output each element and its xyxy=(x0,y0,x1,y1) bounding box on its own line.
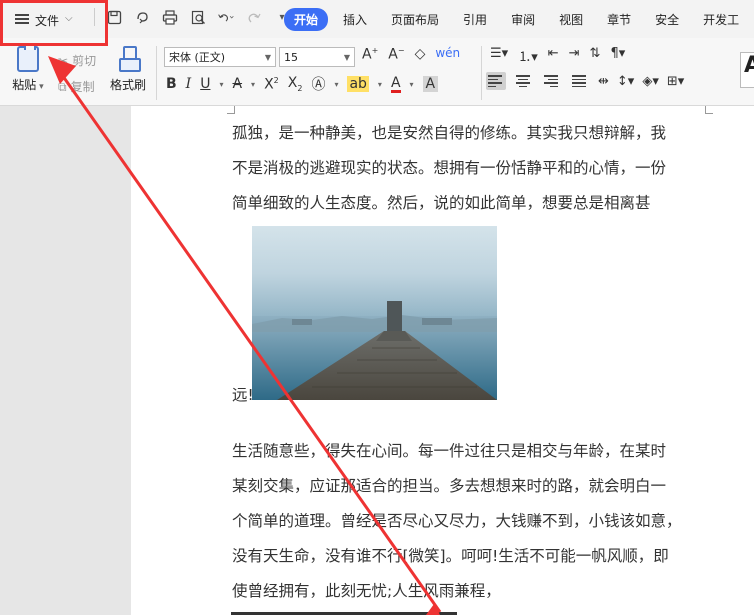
margin-corner-mark xyxy=(227,106,235,114)
superscript-icon[interactable]: X2 xyxy=(264,76,279,93)
tab-start[interactable]: 开始 xyxy=(284,8,329,31)
undo-history-icon[interactable] xyxy=(133,8,151,26)
align-right-icon[interactable] xyxy=(542,72,562,90)
image-line-text: 远! xyxy=(232,378,262,413)
margin-corner-mark xyxy=(705,106,713,114)
justify-icon[interactable] xyxy=(570,72,590,90)
distributed-icon[interactable]: ⇹ xyxy=(598,74,609,89)
divider xyxy=(156,46,157,100)
shrink-font-icon[interactable]: A− xyxy=(388,46,404,63)
text-line: 不是消极的逃避现实的状态。想拥有一份恬静平和的心情，一份 xyxy=(232,159,667,177)
quick-access-toolbar: ▾ xyxy=(94,8,291,26)
tab-references[interactable]: 引用 xyxy=(454,8,496,31)
paragraph-2[interactable]: 生活随意些，得失在心间。每一件过往只是相交与年龄，在某时 某刻交集，应证那适合的… xyxy=(232,434,702,609)
chevron-down-icon: ▼ xyxy=(264,52,271,62)
font-size-tools: A+ A− ◇ wén xyxy=(362,46,460,63)
text-line: 远! xyxy=(232,386,254,404)
text-effect-icon[interactable]: Ⓐ xyxy=(311,74,325,94)
hamburger-icon xyxy=(15,14,29,24)
text-line: 某刻交集，应证那适合的担当。多去想想来时的路，就会明白一 xyxy=(232,477,667,495)
redo-icon[interactable] xyxy=(245,8,263,26)
file-menu-label: 文件 xyxy=(35,14,60,28)
file-menu-button[interactable]: 文件 ⌵ xyxy=(0,0,108,46)
tab-chapter[interactable]: 章节 xyxy=(598,8,640,31)
paragraph-1[interactable]: 孤独，是一种静美，也是安然自得的修练。其实我只想辩解，我 不是消极的逃避现实的状… xyxy=(232,116,702,221)
style-preview-letter: A xyxy=(744,53,754,78)
tab-security[interactable]: 安全 xyxy=(646,8,688,31)
font-size-value: 15 xyxy=(284,50,298,64)
char-shading-icon[interactable]: A xyxy=(422,76,439,92)
document-page[interactable]: 孤独，是一种静美，也是安然自得的修练。其实我只想辩解，我 不是消极的逃避现实的状… xyxy=(131,106,754,615)
highlight-icon[interactable]: ab xyxy=(347,76,369,92)
cut-label: 剪切 xyxy=(72,54,97,68)
ribbon-toolbar: 粘贴 ▾ ✂ 剪切 ⧉ 复制 格式刷 宋体 (正文) ▼ 15 ▼ A+ A− … xyxy=(0,38,754,106)
copy-icon: ⧉ xyxy=(58,80,67,94)
copy-button[interactable]: ⧉ 复制 xyxy=(58,74,96,100)
show-marks-icon[interactable]: ¶▾ xyxy=(610,46,625,65)
increase-indent-icon[interactable]: ⇥ xyxy=(569,46,580,65)
line-spacing-icon[interactable]: ↕▾ xyxy=(617,74,634,89)
strikethrough-icon[interactable]: A xyxy=(232,76,242,92)
text-line: 没有天生命，没有谁不行[微笑]。呵呵!生活不可能一帆风顺，即 xyxy=(232,547,669,565)
undo-icon[interactable] xyxy=(217,8,235,26)
bullets-icon[interactable]: ☰▾ xyxy=(490,46,508,65)
text-line: 使曾经拥有，此刻无忧;人生风雨兼程， xyxy=(232,582,501,600)
numbering-icon[interactable]: ⒈▾ xyxy=(518,46,538,65)
paste-button[interactable]: 粘贴 ▾ xyxy=(10,43,46,93)
text-line: 简单细致的人生态度。然后，说的如此简单，想要总是相离甚 xyxy=(232,194,651,212)
font-name-select[interactable]: 宋体 (正文) ▼ xyxy=(164,47,276,67)
shading-icon[interactable]: ◈▾ xyxy=(642,74,659,89)
bold-icon[interactable]: B xyxy=(166,76,177,92)
copy-label: 复制 xyxy=(70,80,95,94)
menu-bar: ▾ 开始 插入 页面布局 引用 审阅 视图 章节 安全 开发工 xyxy=(0,0,754,38)
align-left-icon[interactable] xyxy=(486,72,506,90)
borders-icon[interactable]: ⊞▾ xyxy=(667,74,684,89)
sort-icon[interactable]: ⇅ xyxy=(590,46,601,65)
decrease-indent-icon[interactable]: ⇤ xyxy=(548,46,559,65)
paste-label: 粘贴 xyxy=(12,78,37,92)
format-painter-button[interactable]: 格式刷 xyxy=(110,46,146,93)
format-painter-label: 格式刷 xyxy=(110,78,147,92)
font-color-icon[interactable]: A xyxy=(390,76,401,93)
cut-copy-group: ✂ 剪切 ⧉ 复制 xyxy=(58,48,96,100)
paragraph-align-tools: ⇹ ↕▾ ◈▾ ⊞▾ xyxy=(486,72,684,90)
character-format-tools: B I U ▾ A ▾ X2 X2 Ⓐ ▾ ab ▾ A ▾ A xyxy=(166,74,439,94)
divider xyxy=(481,46,482,100)
tab-insert[interactable]: 插入 xyxy=(334,8,376,31)
subscript-icon[interactable]: X2 xyxy=(288,75,303,93)
tab-developer[interactable]: 开发工 xyxy=(694,8,748,31)
tab-review[interactable]: 审阅 xyxy=(502,8,544,31)
print-icon[interactable] xyxy=(161,8,179,26)
italic-icon[interactable]: I xyxy=(186,76,192,92)
font-size-select[interactable]: 15 ▼ xyxy=(279,47,355,67)
clear-format-icon[interactable]: ◇ xyxy=(415,46,426,63)
chevron-down-icon: ▼ xyxy=(343,52,350,62)
clipboard-icon xyxy=(17,43,39,72)
text-line: 生活随意些，得失在心间。每一件过往只是相交与年龄，在某时 xyxy=(232,442,667,460)
grow-font-icon[interactable]: A+ xyxy=(362,46,378,63)
ribbon-tabs: 开始 插入 页面布局 引用 审阅 视图 章节 安全 开发工 xyxy=(284,8,754,31)
chevron-down-icon: ⌵ xyxy=(65,13,73,24)
cut-button[interactable]: ✂ 剪切 xyxy=(58,48,96,74)
tab-view[interactable]: 视图 xyxy=(550,8,592,31)
underline-icon[interactable]: U xyxy=(200,76,210,92)
text-line: 孤独，是一种静美，也是安然自得的修练。其实我只想辩解，我 xyxy=(232,124,667,142)
align-center-icon[interactable] xyxy=(514,72,534,90)
font-name-value: 宋体 (正文) xyxy=(169,51,226,64)
paragraph-list-tools: ☰▾ ⒈▾ ⇤ ⇥ ⇅ ¶▾ xyxy=(490,46,625,65)
scissors-icon: ✂ xyxy=(58,54,69,68)
print-preview-icon[interactable] xyxy=(189,8,207,26)
paint-brush-icon xyxy=(117,46,141,72)
inserted-image[interactable] xyxy=(252,226,497,400)
text-line: 个简单的道理。曾经是否尽心又尽力，大钱赚不到，小钱该如意， xyxy=(232,512,682,530)
phonetic-guide-icon[interactable]: wén xyxy=(435,46,460,63)
tab-page-layout[interactable]: 页面布局 xyxy=(382,8,448,31)
style-gallery[interactable]: A xyxy=(740,52,754,88)
